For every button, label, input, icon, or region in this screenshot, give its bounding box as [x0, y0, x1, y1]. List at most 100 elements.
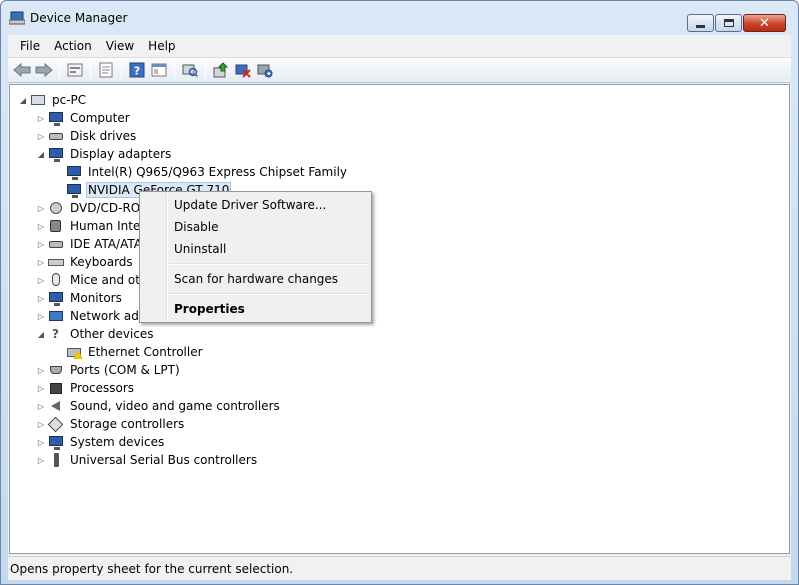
title-bar[interactable]: Device Manager ✕ — [1, 1, 798, 35]
forward-icon — [35, 63, 53, 77]
tree-node-hid[interactable]: ▷ Human Inter — [36, 217, 147, 235]
collapse-arrow-icon[interactable]: ◢ — [18, 95, 28, 105]
collapse-arrow-icon[interactable]: ◢ — [36, 329, 46, 339]
back-button[interactable] — [11, 60, 33, 80]
update-driver-button[interactable] — [210, 60, 232, 80]
toolbar-separator — [90, 61, 91, 79]
status-text: Opens property sheet for the current sel… — [10, 561, 294, 576]
tree-node-other-devices[interactable]: ◢ ? Other devices — [36, 325, 156, 343]
sound-icon — [48, 398, 64, 414]
expand-arrow-icon[interactable]: ▷ — [36, 275, 46, 285]
expand-arrow-icon[interactable]: ▷ — [36, 437, 46, 447]
tree-node-ports[interactable]: ▷ Ports (COM & LPT) — [36, 361, 182, 379]
tree-node-label: Disk drives — [70, 129, 137, 143]
expand-arrow-icon[interactable]: ▷ — [36, 293, 46, 303]
toolbar: ? — [8, 57, 791, 83]
storage-controller-icon — [47, 416, 64, 433]
tree-node-network[interactable]: ▷ Network ada — [36, 307, 148, 325]
expand-arrow-icon[interactable]: ▷ — [36, 131, 46, 141]
monitor-icon — [48, 290, 64, 306]
menu-view[interactable]: View — [99, 39, 141, 53]
scan-hardware-button[interactable] — [179, 60, 201, 80]
close-button[interactable]: ✕ — [743, 14, 786, 32]
update-driver-icon — [213, 62, 229, 78]
device-manager-app-icon — [8, 11, 26, 25]
expand-arrow-icon[interactable]: ▷ — [36, 257, 46, 267]
tree-node-ide[interactable]: ▷ IDE ATA/ATA — [36, 235, 144, 253]
tree-node-disk-drives[interactable]: ▷ Disk drives — [36, 127, 138, 145]
menu-action[interactable]: Action — [47, 39, 99, 53]
port-icon — [48, 362, 64, 378]
tree-node-display-adapters[interactable]: ◢ Display adapters — [36, 145, 173, 163]
help-button[interactable]: ? — [126, 60, 148, 80]
expand-arrow-icon[interactable]: ▷ — [36, 203, 46, 213]
menu-file[interactable]: File — [13, 39, 47, 53]
collapse-arrow-icon[interactable]: ◢ — [36, 149, 46, 159]
tree-node-label: Ports (COM & LPT) — [70, 363, 180, 377]
other-devices-icon: ? — [52, 327, 59, 341]
tree-node-ethernet-controller[interactable]: Ethernet Controller — [66, 343, 205, 361]
tree-node-label: Keyboards — [70, 255, 133, 269]
tree-node-label: Network ada — [70, 309, 147, 323]
tree-node-monitors[interactable]: ▷ Monitors — [36, 289, 124, 307]
toolbar-separator — [205, 61, 206, 79]
minimize-button[interactable] — [687, 14, 714, 32]
menu-item-update-driver[interactable]: Update Driver Software... — [142, 194, 369, 216]
tree-node-usb[interactable]: ▷ Universal Serial Bus controllers — [36, 451, 259, 469]
display-adapter-icon — [66, 182, 82, 198]
context-menu: Update Driver Software... Disable Uninst… — [139, 191, 372, 323]
tree-node-label: System devices — [70, 435, 165, 449]
tree-node-dvd[interactable]: ▷ DVD/CD-ROM — [36, 199, 153, 217]
display-adapter-icon — [66, 164, 82, 180]
tree-node-label: Intel(R) Q965/Q963 Express Chipset Famil… — [88, 165, 348, 179]
menu-item-properties[interactable]: Properties — [142, 298, 369, 320]
show-hide-tree-button[interactable] — [148, 60, 170, 80]
up-tree-button[interactable] — [64, 60, 86, 80]
expand-arrow-icon[interactable]: ▷ — [36, 311, 46, 321]
tree-root[interactable]: ◢ pc-PC — [18, 91, 88, 109]
uninstall-device-button[interactable] — [254, 60, 276, 80]
menu-bar: File Action View Help — [8, 35, 791, 57]
tree-node-storage[interactable]: ▷ Storage controllers — [36, 415, 186, 433]
expand-arrow-icon[interactable]: ▷ — [36, 455, 46, 465]
tree-node-label: Processors — [70, 381, 135, 395]
expand-arrow-icon[interactable]: ▷ — [36, 221, 46, 231]
menu-help[interactable]: Help — [141, 39, 182, 53]
ide-controller-icon — [48, 236, 64, 252]
expand-arrow-icon[interactable]: ▷ — [36, 239, 46, 249]
menu-item-uninstall[interactable]: Uninstall — [142, 238, 369, 260]
tree-node-sound[interactable]: ▷ Sound, video and game controllers — [36, 397, 282, 415]
maximize-button[interactable] — [715, 14, 742, 32]
minimize-icon — [696, 24, 705, 28]
tree-node-intel-display[interactable]: Intel(R) Q965/Q963 Express Chipset Famil… — [66, 163, 349, 181]
disable-device-button[interactable] — [232, 60, 254, 80]
expand-arrow-icon[interactable]: ▷ — [36, 401, 46, 411]
properties-button[interactable] — [95, 60, 117, 80]
device-tree[interactable]: ◢ pc-PC ▷ Computer ▷ Disk drives ◢ Displ… — [9, 84, 790, 554]
status-bar: Opens property sheet for the current sel… — [8, 556, 791, 580]
dvd-drive-icon — [48, 200, 64, 216]
properties-sheet-icon — [99, 62, 113, 78]
warning-device-icon — [66, 344, 83, 360]
scan-hardware-icon — [182, 64, 198, 78]
help-icon: ? — [129, 62, 145, 78]
menu-item-disable[interactable]: Disable — [142, 216, 369, 238]
expand-arrow-icon[interactable]: ▷ — [36, 365, 46, 375]
tree-node-computer[interactable]: ▷ Computer — [36, 109, 132, 127]
expand-arrow-icon[interactable]: ▷ — [36, 113, 46, 123]
expand-arrow-icon[interactable]: ▷ — [36, 419, 46, 429]
system-devices-icon — [48, 434, 64, 450]
back-icon — [13, 63, 31, 77]
menu-item-scan-hardware[interactable]: Scan for hardware changes — [142, 268, 369, 290]
forward-button[interactable] — [33, 60, 55, 80]
tree-node-label: Mice and oth — [70, 273, 148, 287]
toolbar-separator — [174, 61, 175, 79]
tree-node-keyboards[interactable]: ▷ Keyboards — [36, 253, 135, 271]
tree-node-label: Sound, video and game controllers — [70, 399, 280, 413]
expand-arrow-icon[interactable]: ▷ — [36, 383, 46, 393]
tree-node-processors[interactable]: ▷ Processors — [36, 379, 136, 397]
tree-node-system-devices[interactable]: ▷ System devices — [36, 433, 166, 451]
computer-root-icon — [30, 92, 46, 108]
tree-node-label: Display adapters — [70, 147, 172, 161]
tree-node-mice[interactable]: ▷ Mice and oth — [36, 271, 150, 289]
